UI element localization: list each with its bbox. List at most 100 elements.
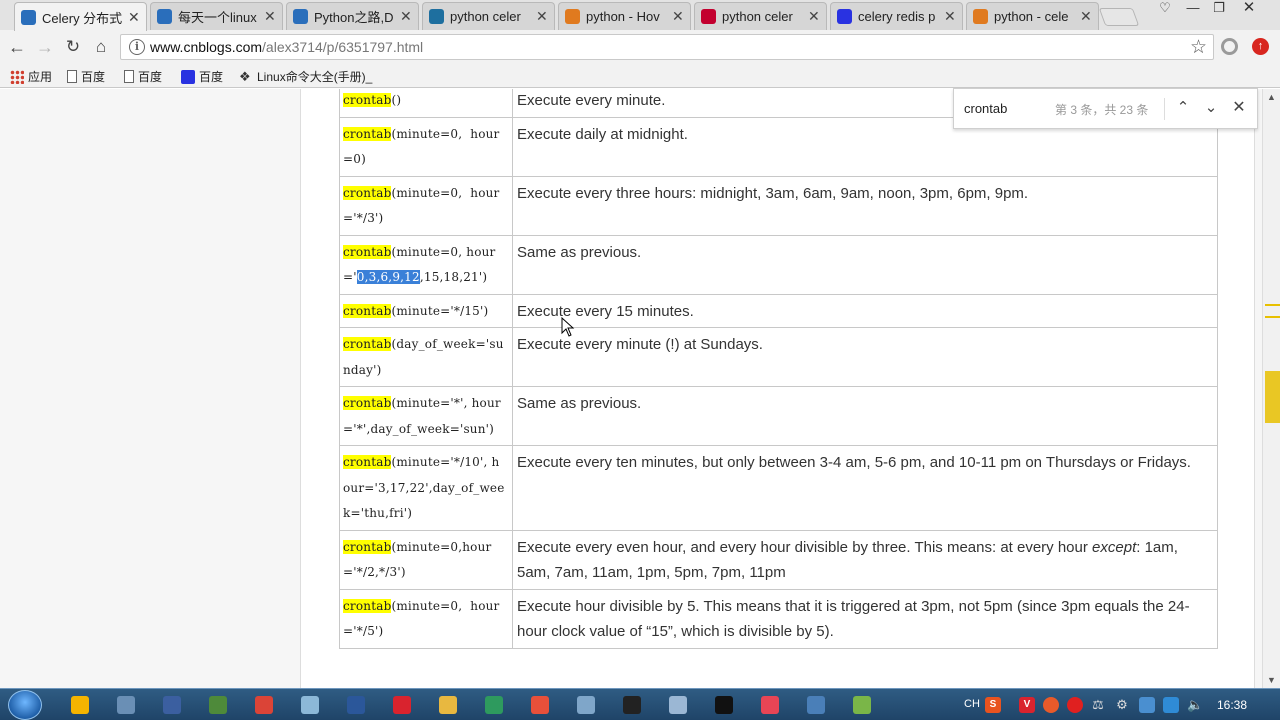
taskbar-button[interactable] xyxy=(521,692,559,718)
taskbar-button[interactable] xyxy=(429,692,467,718)
browser-tab[interactable]: Python之路,D ✕ xyxy=(286,2,419,30)
browser-tab[interactable]: Celery 分布式 ✕ xyxy=(14,2,147,31)
tray-network-icon[interactable] xyxy=(1163,697,1179,713)
browser-toolbar: ← → ↻ ⌂ i www.cnblogs.com/alex3714/p/635… xyxy=(0,30,1280,64)
taskbar-button[interactable] xyxy=(383,692,421,718)
find-input[interactable]: crontab xyxy=(964,101,1007,116)
find-next-button[interactable]: ⌄ xyxy=(1201,97,1221,119)
browser-tab[interactable]: python - cele ✕ xyxy=(966,2,1099,30)
forward-button[interactable]: → xyxy=(35,37,55,57)
taskbar-button[interactable] xyxy=(751,692,789,718)
browser-tab[interactable]: celery redis p ✕ xyxy=(830,2,963,30)
table-row: crontab(minute=0, hour='*/5') Execute hou… xyxy=(339,588,1218,649)
browser-tab[interactable]: python celer ✕ xyxy=(694,2,827,30)
table-row: crontab(minute=0,hour='*/2,*/3') Execute … xyxy=(339,529,1218,590)
code-text: ,15,18,21') xyxy=(419,270,488,284)
folder-icon xyxy=(439,696,457,714)
red-app-icon xyxy=(393,696,411,714)
angular-icon xyxy=(701,9,716,24)
taskbar-button[interactable] xyxy=(613,692,651,718)
taskbar-button[interactable] xyxy=(337,692,375,718)
tray-usb-icon[interactable]: ⚙ xyxy=(1114,697,1130,713)
tray-record-icon[interactable] xyxy=(1067,697,1083,713)
scroll-up-arrow-icon[interactable]: ▲ xyxy=(1267,92,1276,102)
bookmark-baidu-2[interactable]: 百度 xyxy=(124,68,162,85)
remote-desktop-icon xyxy=(807,696,825,714)
table-row: crontab(day_of_week='sunday') Execute eve… xyxy=(339,327,1218,387)
crontab-expression-cell: crontab(minute='*', hour='*',day_of_week… xyxy=(339,386,513,446)
chrome-icon xyxy=(255,696,273,714)
save-disk-icon xyxy=(163,696,181,714)
close-window-button[interactable]: ✕ xyxy=(1236,0,1262,18)
tray-blue-icon[interactable] xyxy=(1139,697,1155,713)
new-tab-button[interactable] xyxy=(1098,8,1140,26)
find-highlight: crontab xyxy=(343,396,392,410)
page-viewport: crontab() Execute every minute. crontab(mi… xyxy=(0,89,1262,688)
feather-icon xyxy=(853,696,871,714)
tab-close-icon[interactable]: ✕ xyxy=(400,8,412,25)
find-close-button[interactable]: ✕ xyxy=(1229,97,1249,119)
taskbar-button[interactable] xyxy=(843,692,881,718)
site-info-icon[interactable]: i xyxy=(129,39,145,55)
tray-app-icon[interactable]: V xyxy=(1019,697,1035,713)
minimize-button[interactable]: — xyxy=(1180,0,1206,18)
back-button[interactable]: ← xyxy=(7,37,27,57)
tab-close-icon[interactable]: ✕ xyxy=(264,8,276,25)
apps-grid-icon xyxy=(10,69,24,84)
tab-close-icon[interactable]: ✕ xyxy=(672,8,684,25)
bookmark-apps[interactable]: 应用 xyxy=(10,68,52,85)
taskbar-button[interactable] xyxy=(153,692,191,718)
tab-close-icon[interactable]: ✕ xyxy=(808,8,820,25)
bookmark-baidu-3[interactable]: 百度 xyxy=(181,68,223,85)
tab-title: Celery 分布式 xyxy=(42,10,123,26)
scrollbar-thumb[interactable] xyxy=(1265,371,1280,423)
sogou-input-icon[interactable]: S xyxy=(985,697,1001,713)
crontab-expression-cell: crontab(minute='*/10', hour='3,17,22',da… xyxy=(339,445,513,531)
volume-icon[interactable]: 🔈 xyxy=(1187,697,1203,713)
extension-red-icon[interactable]: ↑ xyxy=(1252,38,1269,55)
find-highlight: crontab xyxy=(343,93,392,107)
taskbar-button[interactable] xyxy=(797,692,835,718)
browser-tab[interactable]: 每天一个linux ✕ xyxy=(150,2,283,30)
tab-close-icon[interactable]: ✕ xyxy=(944,8,956,25)
description-cell: Execute every even hour, and every hour … xyxy=(512,529,1218,590)
user-profile-icon[interactable]: ♡ xyxy=(1152,0,1178,18)
start-button[interactable] xyxy=(8,690,42,720)
taskbar-button[interactable] xyxy=(567,692,605,718)
taskbar-button[interactable] xyxy=(475,692,513,718)
vertical-scrollbar[interactable]: ▲ ▼ xyxy=(1262,89,1280,688)
terminal-icon xyxy=(623,696,641,714)
find-previous-button[interactable]: ⌃ xyxy=(1173,97,1193,119)
tray-lock-icon[interactable]: ⚖ xyxy=(1090,697,1106,713)
extension-circle-icon[interactable] xyxy=(1221,38,1238,55)
tools-icon xyxy=(117,696,135,714)
taskbar-button[interactable] xyxy=(107,692,145,718)
crontab-expression-cell: crontab(minute=0, hour='*/3') xyxy=(339,175,513,236)
home-button[interactable]: ⌂ xyxy=(91,37,111,57)
reload-button[interactable]: ↻ xyxy=(63,37,83,57)
browser-tab[interactable]: python - Hov ✕ xyxy=(558,2,691,30)
taskbar-button[interactable] xyxy=(705,692,743,718)
tab-close-icon[interactable]: ✕ xyxy=(128,9,140,26)
taskbar-button[interactable] xyxy=(245,692,283,718)
system-clock[interactable]: 16:38 xyxy=(1217,698,1247,712)
tray-red-icon[interactable] xyxy=(1043,697,1059,713)
taskbar-button[interactable] xyxy=(291,692,329,718)
tab-close-icon[interactable]: ✕ xyxy=(536,8,548,25)
taskbar-button[interactable] xyxy=(199,692,237,718)
taskbar-button[interactable] xyxy=(61,692,99,718)
address-bar[interactable]: i www.cnblogs.com/alex3714/p/6351797.htm… xyxy=(120,34,1214,60)
bookmark-baidu-1[interactable]: 百度 xyxy=(67,68,105,85)
description-cell: Execute every minute (!) at Sundays. xyxy=(512,327,1218,387)
green-app-icon xyxy=(485,696,503,714)
language-indicator[interactable]: CH xyxy=(964,698,980,710)
tab-close-icon[interactable]: ✕ xyxy=(1080,8,1092,25)
restore-button[interactable]: ❐ xyxy=(1206,0,1232,18)
scroll-down-arrow-icon[interactable]: ▼ xyxy=(1267,675,1276,685)
browser-tab[interactable]: python celer ✕ xyxy=(422,2,555,30)
find-bar: crontab 第 3 条，共 23 条 ⌃ ⌄ ✕ xyxy=(953,88,1258,129)
taskbar-button[interactable] xyxy=(659,692,697,718)
bookmark-linux[interactable]: ❖ Linux命令大全(手册)_ xyxy=(239,68,372,85)
bookmark-label: Linux命令大全(手册)_ xyxy=(257,70,373,84)
bookmark-star-icon[interactable]: ☆ xyxy=(1190,36,1207,59)
